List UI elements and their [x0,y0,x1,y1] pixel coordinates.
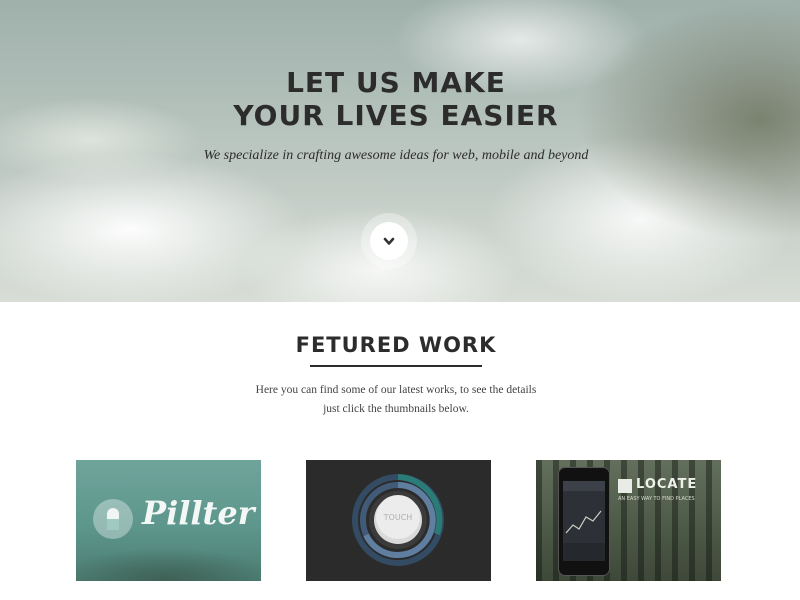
hero-title-line-1: LET US MAKE [286,66,506,99]
locate-logo-icon [618,479,632,493]
hero-subtitle: We specialize in crafting awesome ideas … [203,148,589,163]
featured-work-title: FETURED WORK [295,333,497,357]
description-line-1: Here you can find some of our latest wor… [255,384,537,396]
locate-tagline: AN EASY WAY TO FIND PLACES [618,496,695,502]
scroll-down-circle[interactable] [370,222,408,260]
hero-title: LET US MAKE YOUR LIVES EASIER [0,66,792,132]
chevron-down-icon [383,237,395,245]
work-thumbnail-pillter[interactable]: Pillter [76,460,261,581]
work-thumbnail-touch[interactable]: TOUCH [306,460,491,581]
phone-mockup [558,467,610,576]
work-thumbnail-locate[interactable]: LOCATE AN EASY WAY TO FIND PLACES [536,460,721,581]
hero-section: LET US MAKE YOUR LIVES EASIER We special… [0,0,800,302]
featured-work-description: Here you can find some of our latest wor… [0,381,792,419]
pill-icon [93,499,133,539]
title-underline [310,365,482,367]
hero-title-line-2: YOUR LIVES EASIER [233,99,559,132]
locate-logo-text: LOCATE [636,477,698,492]
description-line-2: just click the thumbnails below. [323,403,469,415]
touch-label: TOUCH [383,513,413,522]
pillter-logo-text: Pillter [142,494,255,532]
phone-screen [563,481,605,561]
scroll-down-button[interactable] [361,213,417,269]
